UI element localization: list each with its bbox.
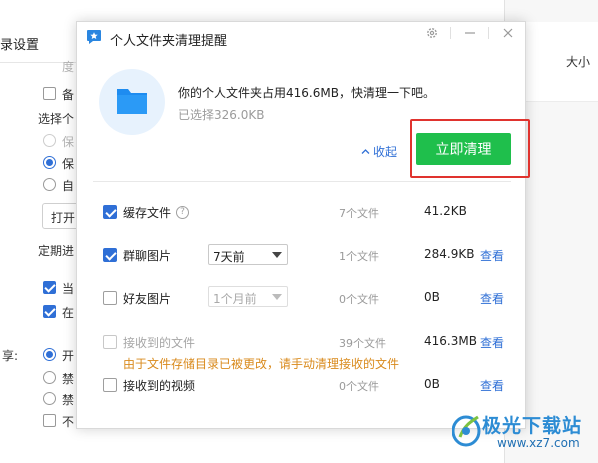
- collapse-label: 收起: [373, 145, 398, 159]
- titlebar-separator: [488, 27, 489, 39]
- group-images-checkbox[interactable]: [103, 248, 117, 262]
- setting-label: 不: [62, 415, 75, 429]
- open-folder-label: 打开: [51, 211, 76, 225]
- cache-files-checkbox[interactable]: [103, 205, 117, 219]
- settings-button[interactable]: [417, 22, 447, 44]
- settings-icon: [427, 28, 437, 38]
- setting-label: 保: [62, 135, 75, 149]
- minimize-icon: [465, 32, 475, 34]
- help-icon[interactable]: ?: [176, 206, 189, 219]
- dialog-title: 个人文件夹清理提醒: [110, 34, 228, 49]
- close-icon: [503, 28, 513, 38]
- row-size: 0B: [424, 377, 440, 391]
- setting-label: 定期进: [38, 244, 75, 258]
- selected-size: 已选择326.0KB: [178, 108, 265, 122]
- close-button[interactable]: [493, 22, 523, 44]
- row-size: 41.2KB: [424, 204, 467, 218]
- row-name: 缓存文件: [123, 206, 172, 220]
- dropdown-arrow-icon: [272, 252, 282, 258]
- setting-label: 开: [62, 349, 75, 363]
- group-images-period-select[interactable]: 7天前: [208, 244, 288, 265]
- view-link[interactable]: 查看: [480, 247, 504, 264]
- setting-checkbox[interactable]: [43, 414, 56, 427]
- setting-label: 选择个: [38, 112, 75, 126]
- row-size: 0B: [424, 290, 440, 304]
- setting-label: 禁: [62, 393, 75, 407]
- row-file-count: 1个文件: [339, 250, 379, 263]
- setting-radio[interactable]: [43, 392, 56, 405]
- watermark-text: 极光下载站: [482, 415, 583, 437]
- row-size: 416.3MB: [424, 334, 477, 348]
- chevron-up-icon: [361, 149, 370, 154]
- row-size: 284.9KB: [424, 247, 475, 261]
- section-divider: [93, 181, 511, 182]
- setting-radio[interactable]: [43, 156, 56, 169]
- setting-checkbox[interactable]: [43, 87, 56, 100]
- row-name: 群聊图片: [123, 249, 172, 263]
- setting-checkbox[interactable]: [43, 281, 56, 294]
- view-link[interactable]: 查看: [480, 290, 504, 307]
- setting-radio[interactable]: [43, 178, 56, 191]
- row-file-count: 0个文件: [339, 293, 379, 306]
- row-name: 好友图片: [123, 292, 172, 306]
- setting-label: 禁: [62, 372, 75, 386]
- select-value: 7天前: [213, 250, 245, 264]
- received-videos-checkbox[interactable]: [103, 378, 117, 392]
- minimize-button[interactable]: [455, 22, 485, 44]
- setting-radio[interactable]: [43, 348, 56, 361]
- setting-label: 享:: [2, 349, 19, 363]
- settings-title: 录设置: [0, 38, 40, 53]
- dialog-titlebar[interactable]: 个人文件夹清理提醒: [77, 22, 525, 54]
- setting-label: 在: [62, 306, 75, 320]
- cleanup-dialog: 个人文件夹清理提醒 你的个人文件夹占用416.6MB，快清理一下吧。 已选择32…: [76, 21, 530, 429]
- row-file-count: 0个文件: [339, 380, 379, 393]
- app-logo-icon: [87, 30, 101, 44]
- setting-label: 度: [62, 60, 75, 74]
- row-file-count: 39个文件: [339, 337, 386, 350]
- row-name: 接收到的文件: [123, 336, 196, 350]
- received-files-checkbox: [103, 335, 117, 349]
- view-link[interactable]: 查看: [480, 377, 504, 394]
- column-header-size[interactable]: 大小: [566, 53, 590, 70]
- dropdown-arrow-icon: [272, 294, 282, 300]
- storage-warning: 由于文件存储目录已被更改，请手动清理接收的文件: [123, 357, 400, 371]
- watermark-url: www.xz7.com: [497, 436, 580, 450]
- setting-radio[interactable]: [43, 134, 56, 147]
- usage-summary: 你的个人文件夹占用416.6MB，快清理一下吧。: [178, 86, 435, 100]
- friend-images-period-select[interactable]: 1个月前: [208, 286, 288, 307]
- view-link[interactable]: 查看: [480, 334, 504, 351]
- setting-label: 保: [62, 157, 75, 171]
- friend-images-checkbox[interactable]: [103, 291, 117, 305]
- setting-label: 自: [62, 179, 75, 193]
- setting-label: 备: [62, 88, 75, 102]
- folder-icon: [117, 89, 147, 114]
- row-name: 接收到的视频: [123, 379, 196, 393]
- clean-now-button[interactable]: 立即清理: [416, 133, 511, 165]
- setting-label: 当: [62, 282, 75, 296]
- setting-checkbox[interactable]: [43, 305, 56, 318]
- row-file-count: 7个文件: [339, 207, 379, 220]
- select-value: 1个月前: [213, 292, 257, 306]
- titlebar-separator: [450, 27, 451, 39]
- setting-radio[interactable]: [43, 371, 56, 384]
- collapse-link[interactable]: 收起: [361, 143, 397, 160]
